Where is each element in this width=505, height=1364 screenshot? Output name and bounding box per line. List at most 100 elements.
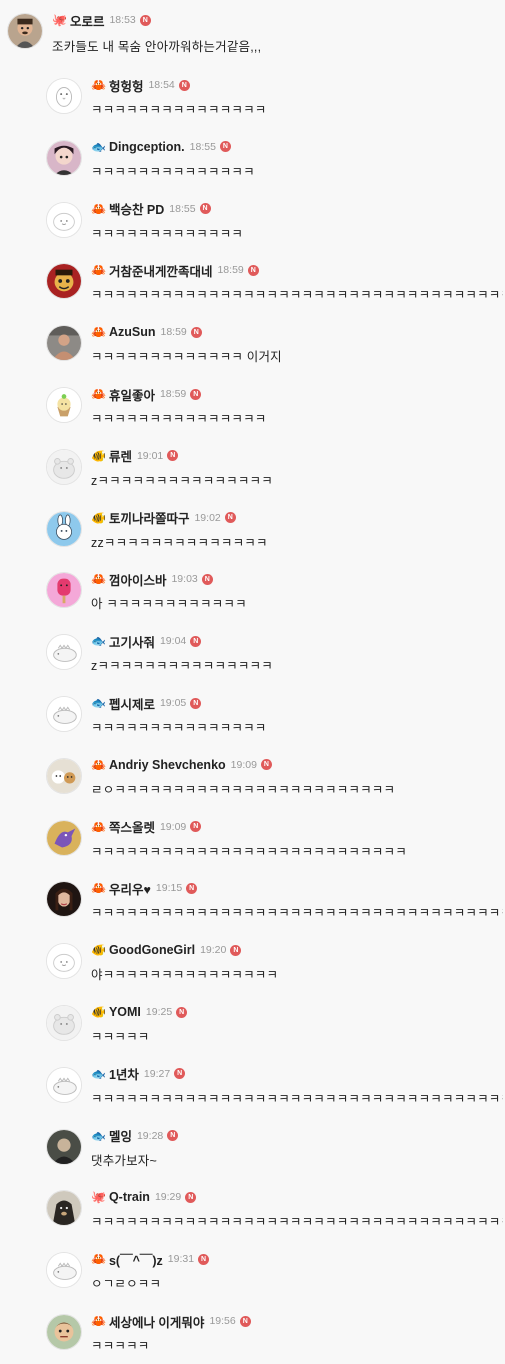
user-avatar[interactable]: [46, 881, 82, 918]
rank-badge-icon: 🐟: [91, 1066, 106, 1081]
rank-badge-icon: 🐠: [91, 510, 106, 525]
author-name[interactable]: 헝헝헝: [109, 76, 144, 95]
author-name[interactable]: Andriy Shevchenko: [109, 758, 226, 772]
comment-meta: 🦀 AzuSun 18:59 N: [91, 323, 202, 341]
new-badge-icon: N: [260, 759, 272, 771]
comment-time: 19:01: [136, 449, 164, 462]
comment-time: 19:28: [136, 1129, 164, 1142]
user-avatar[interactable]: [46, 1005, 82, 1041]
rank-badge-icon: 🦀: [91, 201, 106, 216]
user-avatar[interactable]: [46, 1314, 82, 1350]
new-badge-icon: N: [186, 882, 198, 894]
user-avatar[interactable]: [46, 696, 82, 732]
rank-badge-icon: 🦀: [91, 263, 106, 278]
rank-badge-icon: 🦀: [91, 387, 106, 401]
comment-time: 19:15: [155, 882, 183, 895]
comment-meta: 🦀 우리우♥ 19:15 N: [91, 879, 198, 898]
user-avatar[interactable]: [46, 263, 82, 300]
comment-meta: 🐙 Q-train 19:29 N: [91, 1188, 197, 1206]
author-name[interactable]: 껌아이스바: [109, 570, 167, 589]
rank-badge-icon: 🦀: [91, 572, 106, 587]
author-name[interactable]: 고기사줘: [109, 632, 155, 651]
comment-time: 19:03: [171, 573, 198, 586]
new-badge-icon: N: [247, 264, 259, 276]
new-badge-icon: N: [230, 944, 242, 956]
user-avatar[interactable]: [46, 572, 82, 609]
user-avatar[interactable]: [46, 325, 82, 362]
user-avatar[interactable]: [7, 13, 43, 49]
new-badge-icon: N: [139, 14, 151, 26]
comment-text: ㅋㅋㅋㅋㅋㅋㅋㅋㅋㅋㅋㅋㅋㅋㅋㅋㅋㅋㅋㅋㅋㅋㅋㅋㅋㅋㅋㅋㅋㅋㅋㅋㅋㅋㅋㅋㅋㅋㅋㅋ…: [91, 1091, 503, 1106]
rank-badge-icon: 🐠: [91, 448, 106, 463]
comment-text: 조카들도 내 목숨 안아까워하는거같음,,,: [52, 40, 262, 54]
author-name[interactable]: Q-train: [109, 1190, 150, 1204]
author-name[interactable]: AzuSun: [109, 325, 156, 339]
user-avatar[interactable]: [46, 387, 82, 423]
user-avatar[interactable]: [46, 634, 82, 671]
user-avatar[interactable]: [46, 510, 82, 547]
author-name[interactable]: 펩시제로: [109, 694, 155, 713]
new-badge-icon: N: [190, 635, 202, 647]
comment-text: ㅋㅋㅋㅋㅋㅋㅋㅋㅋㅋㅋㅋㅋㅋㅋ: [91, 721, 267, 735]
author-name[interactable]: 백승찬 PD: [109, 199, 164, 218]
author-name[interactable]: 쪽스올렛: [109, 817, 155, 836]
comment-time: 19:31: [167, 1253, 195, 1266]
comment-time: 18:59: [160, 326, 187, 339]
rank-badge-icon: 🐟: [91, 1128, 106, 1143]
comment-time: 18:54: [148, 79, 175, 91]
user-avatar[interactable]: [46, 943, 82, 980]
author-name[interactable]: 우리우♥: [109, 879, 151, 898]
author-name[interactable]: 1년차: [109, 1064, 139, 1083]
comment-text: ㅋㅋㅋㅋㅋㅋㅋㅋㅋㅋㅋㅋㅋㅋㅋ: [91, 412, 267, 426]
user-avatar[interactable]: [46, 1190, 82, 1227]
comment-meta: 🦀 껌아이스바 19:03 N: [91, 570, 213, 588]
user-avatar[interactable]: [46, 1128, 82, 1165]
user-avatar[interactable]: [46, 448, 82, 485]
user-avatar[interactable]: [46, 1252, 82, 1289]
comment-meta: 🦀 휴일좋아 18:59 N: [91, 385, 202, 404]
comment-meta: 🐠 GoodGoneGirl 19:20 N: [91, 941, 242, 959]
user-avatar[interactable]: [46, 1066, 82, 1103]
comment-text: ㅋㅋㅋㅋㅋㅋㅋㅋㅋㅋㅋㅋㅋㅋㅋㅋㅋㅋㅋㅋㅋㅋㅋㅋㅋㅋㅋ: [91, 844, 407, 859]
comment-time: 18:55: [169, 202, 196, 215]
user-avatar[interactable]: [46, 757, 82, 794]
rank-badge-icon: 🐟: [91, 696, 106, 710]
author-name[interactable]: 오로르: [70, 11, 105, 30]
comment-time: 19:09: [159, 820, 187, 833]
rank-badge-icon: 🦀: [91, 78, 106, 92]
comment-time: 18:59: [217, 264, 244, 277]
author-name[interactable]: 휴일좋아: [109, 385, 155, 404]
author-name[interactable]: s(￣^￣)z: [109, 1250, 163, 1269]
author-name[interactable]: 토끼나라쫄따구: [109, 508, 190, 527]
author-name[interactable]: 세상에나 이게뭐야: [109, 1312, 204, 1331]
comment-text: 야ㅋㅋㅋㅋㅋㅋㅋㅋㅋㅋㅋㅋㅋㅋㅋ: [91, 968, 279, 983]
author-name[interactable]: GoodGoneGirl: [109, 943, 195, 957]
user-avatar[interactable]: [46, 78, 82, 114]
new-badge-icon: N: [178, 79, 190, 91]
comment-text: 댓추가보자~: [91, 1153, 158, 1168]
user-avatar[interactable]: [46, 139, 82, 176]
comment-text: zㅋㅋㅋㅋㅋㅋㅋㅋㅋㅋㅋㅋㅋㅋㅋ: [91, 659, 273, 674]
author-name[interactable]: YOMI: [109, 1005, 141, 1019]
comment-meta: 🦀 Andriy Shevchenko 19:09 N: [91, 756, 272, 774]
rank-badge-icon: 🦀: [91, 1252, 106, 1267]
comment-text: ㅋㅋㅋㅋㅋㅋㅋㅋㅋㅋㅋㅋㅋㅋㅋㅋㅋㅋㅋㅋㅋㅋㅋㅋㅋㅋㅋㅋㅋㅋㅋㅋㅋㅋㅋㅋㅋㅋㅋㅋ…: [91, 1215, 503, 1230]
comment-meta: 🦀 백승찬 PD 18:55 N: [91, 200, 211, 218]
comment-time: 19:20: [200, 944, 227, 957]
comment-text: ㅋㅋㅋㅋㅋㅋㅋㅋㅋㅋㅋㅋㅋ: [91, 226, 244, 241]
new-badge-icon: N: [167, 450, 179, 462]
user-avatar[interactable]: [46, 201, 82, 238]
comment-meta: 🐠 류렌 19:01 N: [91, 446, 179, 465]
new-badge-icon: N: [167, 1130, 179, 1142]
user-avatar[interactable]: [46, 819, 82, 856]
comment-meta: 🦀 쪽스올렛 19:09 N: [91, 817, 202, 836]
new-badge-icon: N: [190, 326, 202, 338]
author-name[interactable]: Dingception.: [109, 140, 185, 154]
new-badge-icon: N: [190, 388, 202, 400]
author-name[interactable]: 류렌: [109, 446, 132, 465]
comment-meta: 🐠 토끼나라쫄따구 19:02 N: [91, 509, 236, 527]
author-name[interactable]: 멜잉: [109, 1126, 132, 1145]
author-name[interactable]: 거참준내게깐족대네: [109, 261, 213, 280]
rank-badge-icon: 🐠: [91, 1005, 106, 1019]
comment-text: ㅋㅋㅋㅋㅋㅋㅋㅋㅋㅋㅋㅋㅋㅋㅋ: [91, 103, 267, 117]
